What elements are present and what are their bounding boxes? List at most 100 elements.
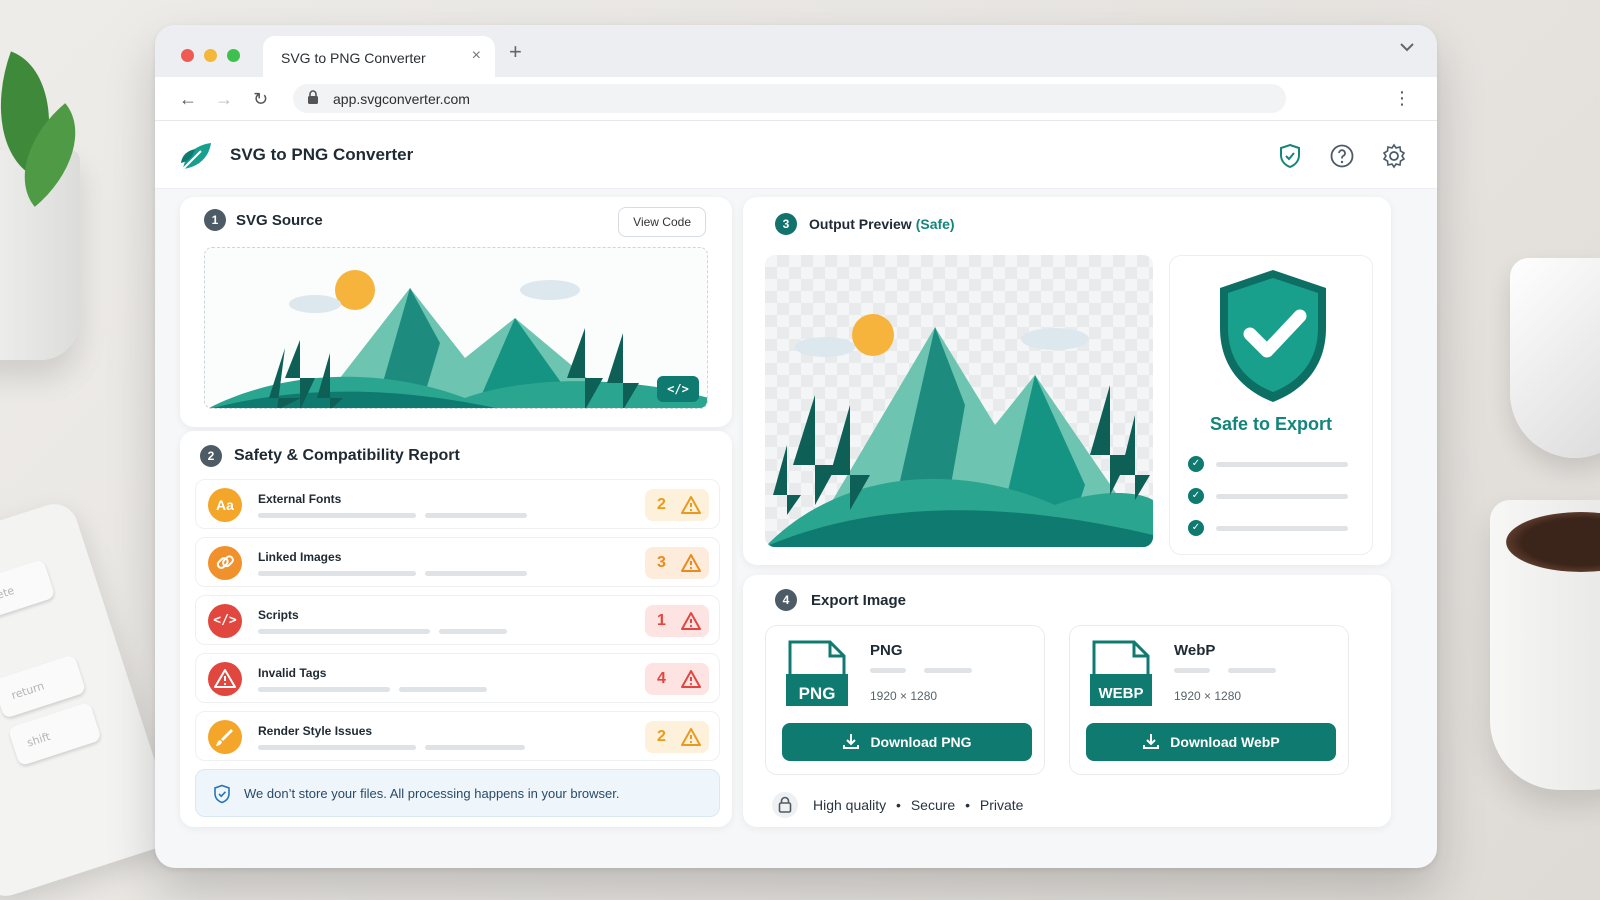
- preview-title: Output Preview: [809, 216, 912, 232]
- check-item: ✓: [1188, 520, 1358, 538]
- report-row-label: Scripts: [258, 608, 299, 622]
- feature-high-quality: High quality: [813, 797, 887, 813]
- step-badge: 3: [775, 213, 797, 235]
- report-row-invalid-tags[interactable]: Invalid Tags 4: [195, 653, 720, 703]
- window-controls: [181, 49, 240, 62]
- help-icon[interactable]: [1329, 143, 1355, 169]
- warning-icon: [681, 728, 701, 746]
- download-png-button[interactable]: Download PNG: [782, 723, 1032, 761]
- feature-separator: •: [896, 797, 901, 813]
- browser-tab[interactable]: SVG to PNG Converter ×: [263, 36, 495, 77]
- report-title: Safety & Compatibility Report: [234, 447, 460, 464]
- lock-icon: [308, 90, 318, 104]
- feature-private: Private: [979, 797, 1024, 813]
- warning-badge: 2: [645, 489, 709, 521]
- step-badge: 2: [200, 445, 222, 467]
- format-dimensions: 1920 × 1280: [870, 689, 938, 703]
- code-chip-button[interactable]: </>: [657, 376, 699, 402]
- privacy-notice-text: We don’t store your files. All processin…: [244, 786, 620, 801]
- shield-decoration: [1510, 258, 1600, 458]
- svg-source-title: SVG Source: [236, 211, 323, 229]
- download-webp-label: Download WebP: [1170, 734, 1280, 750]
- privacy-notice: We don’t store your files. All processin…: [195, 769, 720, 817]
- format-dimensions: 1920 × 1280: [1174, 689, 1242, 703]
- browser-menu-button[interactable]: ⋮: [1393, 88, 1411, 109]
- feature-separator: •: [965, 797, 970, 813]
- format-name: WebP: [1174, 642, 1216, 659]
- warning-badge: 2: [645, 721, 709, 753]
- warning-icon: [681, 670, 701, 688]
- export-title: Export Image: [811, 591, 907, 609]
- font-icon: Aa: [208, 488, 242, 522]
- tab-title: SVG to PNG Converter: [281, 50, 426, 66]
- danger-badge: 4: [645, 663, 709, 695]
- report-row-scripts[interactable]: </> Scripts 1: [195, 595, 720, 645]
- report-row-render-style[interactable]: Render Style Issues 2: [195, 711, 720, 761]
- forward-button[interactable]: →: [215, 89, 233, 110]
- preview-status: (Safe): [915, 216, 955, 232]
- new-tab-button[interactable]: +: [509, 39, 522, 65]
- warning-icon: [681, 612, 701, 630]
- issue-count: 4: [657, 670, 666, 687]
- shield-check-icon: [1220, 270, 1326, 402]
- link-icon: [208, 546, 242, 580]
- warning-icon: [681, 554, 701, 572]
- download-icon: [843, 734, 860, 749]
- view-code-button[interactable]: View Code: [618, 207, 706, 237]
- report-row-linked-images[interactable]: Linked Images 3: [195, 537, 720, 587]
- report-row-label: Linked Images: [258, 550, 342, 564]
- reload-button[interactable]: ↻: [253, 89, 268, 110]
- shield-check-icon[interactable]: [1277, 143, 1303, 169]
- maximize-window-button[interactable]: [227, 49, 240, 62]
- issue-count: 2: [657, 728, 666, 745]
- report-row-label: Render Style Issues: [258, 724, 373, 738]
- download-webp-button[interactable]: Download WebP: [1086, 723, 1336, 761]
- check-item: ✓: [1188, 456, 1358, 474]
- issue-count: 2: [657, 496, 666, 513]
- chevron-down-icon[interactable]: [1399, 42, 1415, 52]
- warning-icon: [208, 662, 242, 696]
- tab-bar: SVG to PNG Converter × +: [155, 25, 1437, 77]
- url-field[interactable]: app.svgconverter.com: [293, 84, 1286, 113]
- browser-window: SVG to PNG Converter × + ← → ↻ app.svgco…: [155, 25, 1437, 868]
- keyboard-key: delete: [0, 559, 56, 624]
- download-png-label: Download PNG: [870, 734, 972, 750]
- webp-badge-text: WEBP: [1098, 685, 1144, 702]
- gear-icon[interactable]: [1381, 143, 1407, 169]
- url-text: app.svgconverter.com: [333, 91, 470, 107]
- export-image-card: 4 Export Image PNG PNG 1920 × 1280 Downl…: [743, 575, 1391, 827]
- shield-check-icon: [214, 784, 230, 804]
- safe-status-panel: Safe to Export ✓ ✓ ✓: [1169, 255, 1373, 555]
- keyboard-decoration: delete return shift: [0, 497, 181, 900]
- tab-close-icon[interactable]: ×: [472, 47, 481, 65]
- mountain-illustration: [765, 314, 1153, 547]
- format-card-webp: WEBP WebP 1920 × 1280 Download WebP: [1069, 625, 1349, 775]
- check-icon: ✓: [1188, 488, 1204, 504]
- check-icon: ✓: [1188, 520, 1204, 536]
- report-row-external-fonts[interactable]: Aa External Fonts 2: [195, 479, 720, 529]
- issue-count: 3: [657, 554, 666, 571]
- feature-secure: Secure: [910, 797, 956, 813]
- safe-to-export-label: Safe to Export: [1209, 414, 1333, 434]
- format-card-png: PNG PNG 1920 × 1280 Download PNG: [765, 625, 1045, 775]
- svg-source-preview[interactable]: </>: [204, 247, 708, 409]
- issue-count: 1: [657, 612, 666, 629]
- report-row-label: External Fonts: [258, 492, 342, 506]
- output-preview-card: 3 Output Preview (Safe) Safe to Export ✓…: [743, 197, 1391, 565]
- download-icon: [1143, 734, 1160, 749]
- address-bar: ← → ↻ app.svgconverter.com ⋮: [155, 77, 1437, 121]
- app-header: SVG to PNG Converter: [155, 121, 1437, 189]
- png-badge-text: PNG: [798, 684, 836, 703]
- warning-badge: 3: [645, 547, 709, 579]
- check-icon: ✓: [1188, 456, 1204, 472]
- minimize-window-button[interactable]: [204, 49, 217, 62]
- close-window-button[interactable]: [181, 49, 194, 62]
- step-badge: 4: [775, 589, 797, 611]
- warning-icon: [681, 496, 701, 514]
- coffee-mug-decoration: [1490, 500, 1600, 790]
- output-preview-image[interactable]: [765, 255, 1153, 547]
- format-name: PNG: [870, 642, 903, 659]
- leaf-logo-icon: [181, 143, 211, 170]
- back-button[interactable]: ←: [179, 89, 197, 110]
- danger-badge: 1: [645, 605, 709, 637]
